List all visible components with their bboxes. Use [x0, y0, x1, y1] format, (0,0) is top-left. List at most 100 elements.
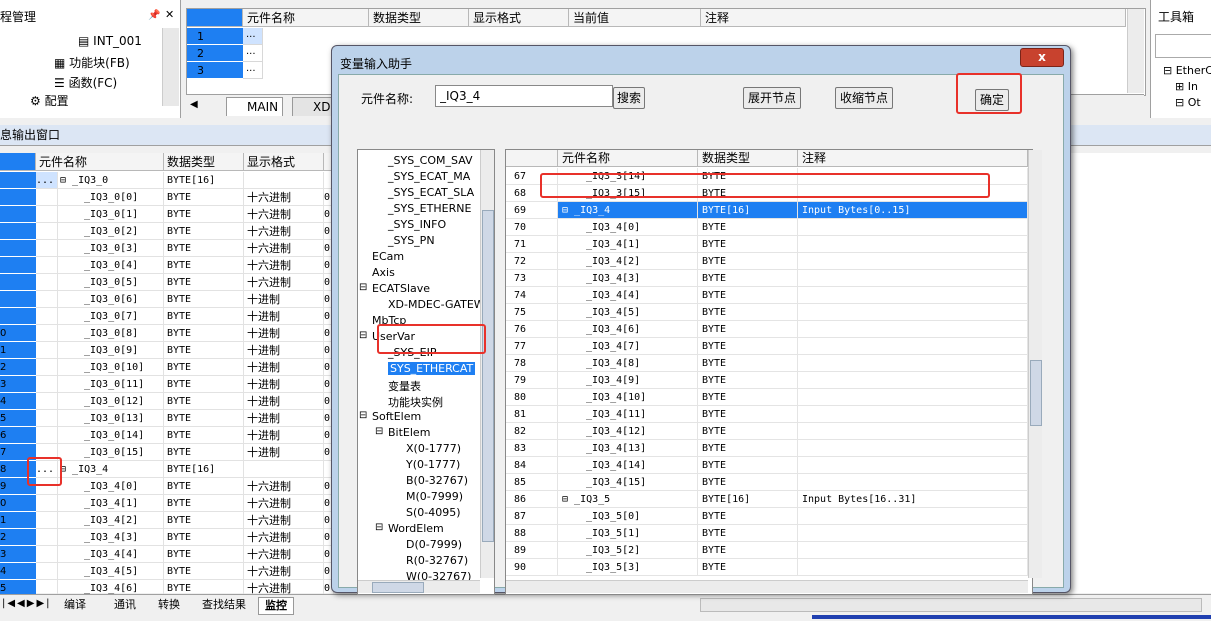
row-format[interactable]: 十六进制	[244, 495, 324, 512]
row-dots-button[interactable]	[36, 512, 58, 529]
grid-row[interactable]: 69 ⊟ _IQ3_4 BYTE[16] Input Bytes[0..15]	[506, 202, 1028, 219]
row-index[interactable]	[0, 240, 36, 257]
grid-row[interactable]: 86 ⊟ _IQ3_5 BYTE[16] Input Bytes[16..31]	[506, 491, 1028, 508]
row-name[interactable]: _IQ3_0[7]	[58, 308, 164, 325]
tree-node[interactable]: R(0-32767)	[406, 554, 468, 567]
row-dots-button[interactable]	[36, 546, 58, 563]
row-name[interactable]: _IQ3_0[5]	[58, 274, 164, 291]
tree-node[interactable]: Axis	[372, 266, 395, 279]
toolbox-item[interactable]: ⊟ EtherC	[1163, 64, 1211, 77]
grid-vscrollbar[interactable]	[1028, 150, 1042, 578]
tab-scroll-left-icon[interactable]: ◀	[190, 99, 198, 110]
row-index[interactable]	[0, 223, 36, 240]
row-dots-button[interactable]	[36, 274, 58, 291]
tab-compile[interactable]: 编译	[58, 597, 92, 613]
tree-node[interactable]: _SYS_PN	[388, 234, 435, 247]
grid-row[interactable]: 84 _IQ3_4[14] BYTE	[506, 457, 1028, 474]
tree-hscrollbar[interactable]	[358, 580, 480, 593]
grid-row[interactable]: 80 _IQ3_4[10] BYTE	[506, 389, 1028, 406]
row-format[interactable]: 十六进制	[244, 512, 324, 529]
grid-row[interactable]: 88 _IQ3_5[1] BYTE	[506, 525, 1028, 542]
tab-nav-arrows-icon[interactable]: |◀◀▶▶|	[2, 598, 52, 609]
row-dots-button[interactable]	[36, 291, 58, 308]
name-cell[interactable]: ...	[243, 45, 263, 62]
tree-item-fb[interactable]: ▦ 功能块(FB)	[54, 54, 130, 71]
row-name[interactable]: _IQ3_0[11]	[58, 376, 164, 393]
grid-row[interactable]: 78 _IQ3_4[8] BYTE	[506, 355, 1028, 372]
tree-node[interactable]: _SYS_ECAT_MA	[388, 170, 470, 183]
col-header-format[interactable]: 显示格式	[469, 9, 569, 27]
row-name[interactable]: _IQ3_4[2]	[58, 512, 164, 529]
grid-row[interactable]: 73 _IQ3_4[3] BYTE	[506, 270, 1028, 287]
table-row[interactable]: 3	[187, 62, 243, 79]
row-dots-button[interactable]	[36, 223, 58, 240]
tree-node[interactable]: ⊟ ECATSlave	[359, 282, 430, 295]
tree-node[interactable]: _SYS_INFO	[388, 218, 446, 231]
row-index[interactable]: 4	[0, 563, 36, 580]
tree-node[interactable]: ECam	[372, 250, 404, 263]
row-format[interactable]: 十进制	[244, 325, 324, 342]
col-header-name[interactable]: 元件名称	[243, 9, 369, 27]
tree-node[interactable]: ⊟ SoftElem	[359, 410, 421, 423]
row-dots-button[interactable]	[36, 308, 58, 325]
grid-row[interactable]: 87 _IQ3_5[0] BYTE	[506, 508, 1028, 525]
row-name[interactable]: _IQ3_4[5]	[58, 563, 164, 580]
row-index[interactable]	[0, 189, 36, 206]
row-name[interactable]: _IQ3_0[10]	[58, 359, 164, 376]
grid-row[interactable]: 74 _IQ3_4[4] BYTE	[506, 287, 1028, 304]
tree-node[interactable]: XD-MDEC-GATEW	[388, 298, 485, 311]
row-format[interactable]	[244, 461, 324, 478]
row-dots-button[interactable]	[36, 342, 58, 359]
row-name[interactable]: _IQ3_0[15]	[58, 444, 164, 461]
row-dots-button[interactable]	[36, 206, 58, 223]
col-header-name[interactable]: 元件名称	[36, 153, 164, 171]
collapse-icon[interactable]: ⊟	[562, 205, 574, 216]
row-format[interactable]: 十六进制	[244, 223, 324, 240]
row-name[interactable]: _IQ3_4[1]	[58, 495, 164, 512]
project-scrollbar[interactable]	[162, 28, 179, 106]
row-name[interactable]: _IQ3_0[4]	[58, 257, 164, 274]
dialog-close-button[interactable]: x	[1020, 48, 1064, 67]
col-header-value[interactable]: 当前值	[569, 9, 701, 27]
tree-node[interactable]: 变量表	[388, 378, 421, 394]
row-dots-button[interactable]	[36, 563, 58, 580]
row-dots-button[interactable]	[36, 359, 58, 376]
row-name[interactable]: _IQ3_0[3]	[58, 240, 164, 257]
row-dots-button[interactable]	[36, 410, 58, 427]
row-name[interactable]: _IQ3_0[8]	[58, 325, 164, 342]
grid-row[interactable]: 76 _IQ3_4[6] BYTE	[506, 321, 1028, 338]
collapse-icon[interactable]: ⊟	[359, 410, 367, 421]
row-format[interactable]: 十六进制	[244, 206, 324, 223]
grid-scroll-thumb[interactable]	[1030, 360, 1042, 426]
tree-node[interactable]: S(0-4095)	[406, 506, 461, 519]
row-index[interactable]: 1	[0, 512, 36, 529]
row-name[interactable]: _IQ3_4[0]	[58, 478, 164, 495]
row-index[interactable]: 4	[0, 393, 36, 410]
tree-node[interactable]: B(0-32767)	[406, 474, 468, 487]
tree-node[interactable]: 功能块实例	[388, 394, 443, 410]
row-name[interactable]: _IQ3_0[6]	[58, 291, 164, 308]
row-format[interactable]: 十进制	[244, 291, 324, 308]
close-icon[interactable]: ✕	[165, 8, 174, 21]
horizontal-scrollbar[interactable]	[700, 598, 1202, 612]
row-index[interactable]: 0	[0, 495, 36, 512]
row-format[interactable]: 十六进制	[244, 189, 324, 206]
tree-node[interactable]: _SYS_ECAT_SLA	[388, 186, 474, 199]
name-cell[interactable]: ...	[243, 28, 263, 45]
row-index[interactable]	[0, 257, 36, 274]
collapse-icon[interactable]: ⊟	[375, 426, 383, 437]
row-format[interactable]: 十六进制	[244, 257, 324, 274]
col-header-format[interactable]: 显示格式	[244, 153, 324, 171]
row-dots-button[interactable]: ...	[36, 172, 58, 189]
row-dots-button[interactable]	[36, 529, 58, 546]
row-dots-button[interactable]	[36, 240, 58, 257]
tree-item-int001[interactable]: ▤ INT_001	[78, 34, 142, 48]
tree-hscroll-thumb[interactable]	[372, 582, 424, 593]
row-format[interactable]: 十进制	[244, 427, 324, 444]
row-dots-button[interactable]	[36, 495, 58, 512]
tree-node[interactable]: Y(0-1777)	[406, 458, 460, 471]
grid-row[interactable]: 72 _IQ3_4[2] BYTE	[506, 253, 1028, 270]
row-format[interactable]: 十六进制	[244, 478, 324, 495]
grid-row[interactable]: 83 _IQ3_4[13] BYTE	[506, 440, 1028, 457]
row-format[interactable]: 十进制	[244, 444, 324, 461]
